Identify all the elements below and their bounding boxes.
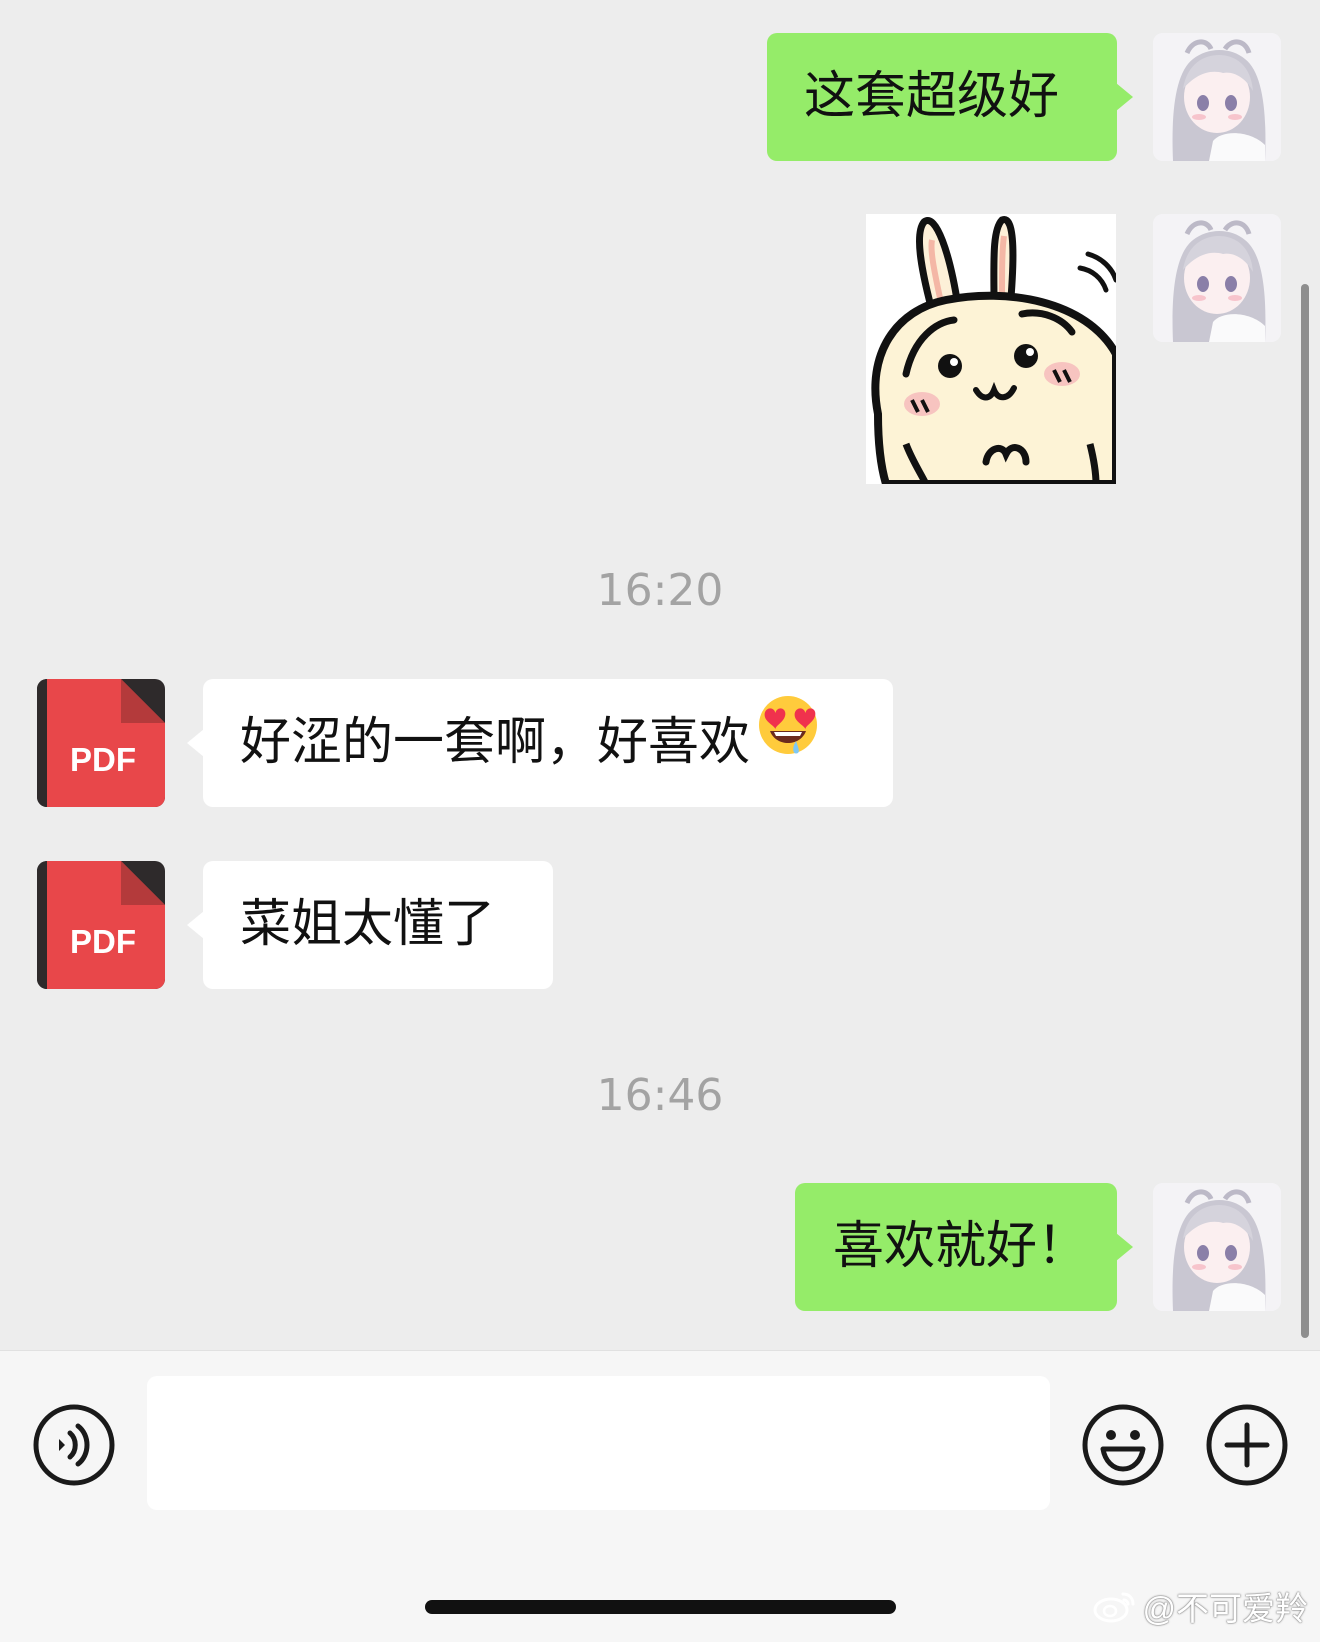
rabbit-sticker-icon <box>866 214 1116 484</box>
plus-button[interactable] <box>1205 1403 1289 1487</box>
my-avatar[interactable] <box>1153 33 1281 161</box>
contact-avatar[interactable]: PDF <box>37 679 165 807</box>
message-text: 好涩的一套啊，好喜欢 <box>240 713 751 772</box>
pdf-label: PDF <box>70 923 136 960</box>
contact-avatar[interactable]: PDF <box>37 861 165 989</box>
plus-icon <box>1206 1404 1288 1486</box>
watermark: @不可爱羚 <box>1093 1582 1309 1630</box>
chat-screen: 这套超级好 16:20 PDF 好涩的一套啊，好喜欢 PDF 菜姐太懂了 16:… <box>0 0 1320 1642</box>
rabbit-sticker[interactable] <box>866 214 1116 484</box>
message-bubble-sent[interactable]: 喜欢就好！ <box>795 1183 1133 1311</box>
pdf-file-icon: PDF <box>37 861 165 989</box>
timestamp: 16:46 <box>596 1070 724 1121</box>
voice-button[interactable] <box>32 1403 116 1487</box>
bubble-tail <box>187 729 204 757</box>
my-avatar[interactable] <box>1153 214 1281 342</box>
timestamp: 16:20 <box>596 565 724 616</box>
anime-girl-avatar-icon <box>1153 214 1281 342</box>
watermark-text: @不可爱羚 <box>1142 1590 1309 1627</box>
message-bubble-received[interactable]: 好涩的一套啊，好喜欢 <box>187 677 893 807</box>
bubble-tail <box>1116 83 1133 111</box>
emoji-icon <box>1082 1404 1164 1486</box>
anime-girl-avatar-icon <box>1153 33 1281 161</box>
message-text: 喜欢就好！ <box>833 1217 1089 1276</box>
weibo-logo-icon <box>1093 1592 1134 1623</box>
voice-icon <box>33 1404 115 1486</box>
message-bubble-received[interactable]: 菜姐太懂了 <box>187 861 553 989</box>
bubble-tail <box>187 911 204 939</box>
emoji-button[interactable] <box>1081 1403 1165 1487</box>
chat-scrollbar[interactable] <box>1301 284 1309 1338</box>
pdf-file-icon: PDF <box>37 679 165 807</box>
message-text: 菜姐太懂了 <box>240 895 496 954</box>
my-avatar[interactable] <box>1153 1183 1281 1311</box>
anime-girl-avatar-icon <box>1153 1183 1281 1311</box>
message-text: 这套超级好 <box>804 67 1060 126</box>
message-bubble-sent[interactable]: 这套超级好 <box>767 33 1133 161</box>
home-indicator[interactable] <box>425 1600 896 1614</box>
message-input[interactable] <box>147 1376 1050 1510</box>
heart-eyes-emoji-icon <box>756 677 820 805</box>
pdf-label: PDF <box>70 741 136 778</box>
bubble-tail <box>1116 1233 1133 1261</box>
